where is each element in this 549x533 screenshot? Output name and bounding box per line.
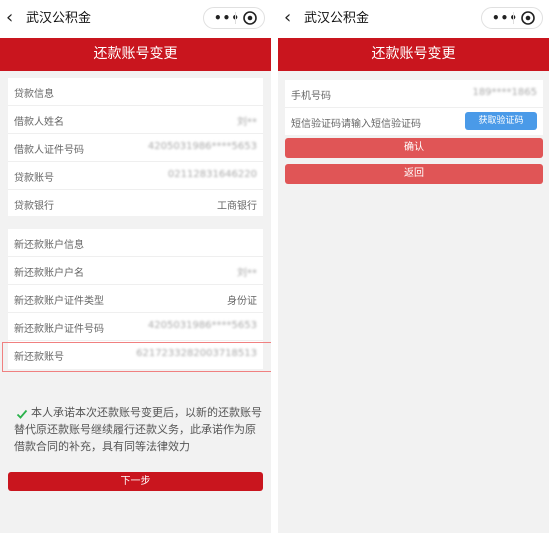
row-value: 4205031986****5653 [147, 320, 257, 331]
app-title: 武汉公积金 [26, 11, 92, 26]
chevron-left-icon[interactable]: ‹ [6, 7, 13, 29]
row-label: 新还款账户证件类型 [14, 296, 104, 307]
capsule-divider [513, 12, 514, 24]
mini-program-capsule: ••• [203, 7, 265, 29]
phone-value: 189****1865 [472, 87, 537, 98]
sms-label: 短信验证码 [291, 119, 341, 130]
target-circle-icon[interactable] [521, 11, 535, 25]
more-dots-icon[interactable]: ••• [214, 9, 240, 27]
row-value: 02112831646220 [167, 169, 257, 180]
new-id-number-row: 新还款账户证件号码 4205031986****5653 [8, 313, 263, 341]
row-label: 贷款银行 [14, 201, 54, 212]
loan-bank-row: 贷款银行 工商银行 [8, 190, 263, 218]
loan-info-card: 贷款信息 借款人姓名 刘** 借款人证件号码 4205031986****565… [8, 78, 263, 216]
row-value: 工商银行 [217, 201, 257, 212]
section-title: 新还款账户信息 [14, 240, 84, 251]
borrower-name-row: 借款人姓名 刘** [8, 106, 263, 134]
phone-label: 手机号码 [291, 91, 331, 102]
loan-account-row: 贷款账号 02112831646220 [8, 162, 263, 190]
top-nav-bar: ‹ 武汉公积金 ••• [278, 0, 549, 38]
sms-code-input[interactable]: 请输入短信验证码 [341, 119, 421, 130]
chevron-left-icon[interactable]: ‹ [284, 7, 291, 29]
new-section-header: 新还款账户信息 [8, 229, 263, 257]
mini-program-capsule: ••• [481, 7, 543, 29]
promise-statement: 本人承诺本次还款账号变更后，以新的还款账号替代原还款账号继续履行还款义务，此承诺… [14, 404, 264, 455]
confirm-button[interactable]: 确认 [285, 138, 543, 158]
new-account-name-row: 新还款账户户名 刘** [8, 257, 263, 285]
sms-row: 短信验证码请输入短信验证码 获取验证码 [285, 108, 543, 136]
top-nav-bar: ‹ 武汉公积金 ••• [0, 0, 271, 38]
new-id-type-row[interactable]: 新还款账户证件类型 身份证 [8, 285, 263, 313]
row-label: 借款人证件号码 [14, 145, 84, 156]
section-title: 贷款信息 [14, 89, 54, 100]
row-label: 贷款账号 [14, 173, 54, 184]
more-dots-icon[interactable]: ••• [492, 9, 518, 27]
page-title: 还款账号变更 [0, 38, 271, 71]
row-label: 新还款账户证件号码 [14, 324, 104, 335]
back-button[interactable]: 返回 [285, 164, 543, 184]
row-label: 新还款账户户名 [14, 268, 84, 279]
row-value: 身份证 [227, 296, 257, 307]
row-value: 刘** [237, 268, 257, 279]
left-screen: ‹ 武汉公积金 ••• 还款账号变更 贷款信息 借款人姓名 刘** 借款人证件号… [0, 0, 271, 533]
promise-text: 本人承诺本次还款账号变更后，以新的还款账号替代原还款账号继续履行还款义务，此承诺… [14, 406, 262, 453]
row-label: 借款人姓名 [14, 117, 64, 128]
app-title: 武汉公积金 [304, 11, 370, 26]
row-value: 刘** [237, 117, 257, 128]
page-title: 还款账号变更 [278, 38, 549, 71]
borrower-id-row: 借款人证件号码 4205031986****5653 [8, 134, 263, 162]
row-value: 4205031986****5653 [147, 141, 257, 152]
target-circle-icon[interactable] [243, 11, 257, 25]
verification-card: 手机号码 189****1865 短信验证码请输入短信验证码 获取验证码 [285, 80, 543, 135]
loan-section-header: 贷款信息 [8, 78, 263, 106]
sms-field[interactable]: 短信验证码请输入短信验证码 [291, 115, 421, 130]
phone-row: 手机号码 189****1865 [285, 80, 543, 108]
highlight-box [2, 342, 271, 372]
right-screen: ‹ 武汉公积金 ••• 还款账号变更 手机号码 189****1865 短信验证… [278, 0, 549, 533]
next-button[interactable]: 下一步 [8, 472, 263, 491]
get-code-button[interactable]: 获取验证码 [465, 112, 537, 130]
capsule-divider [235, 12, 236, 24]
